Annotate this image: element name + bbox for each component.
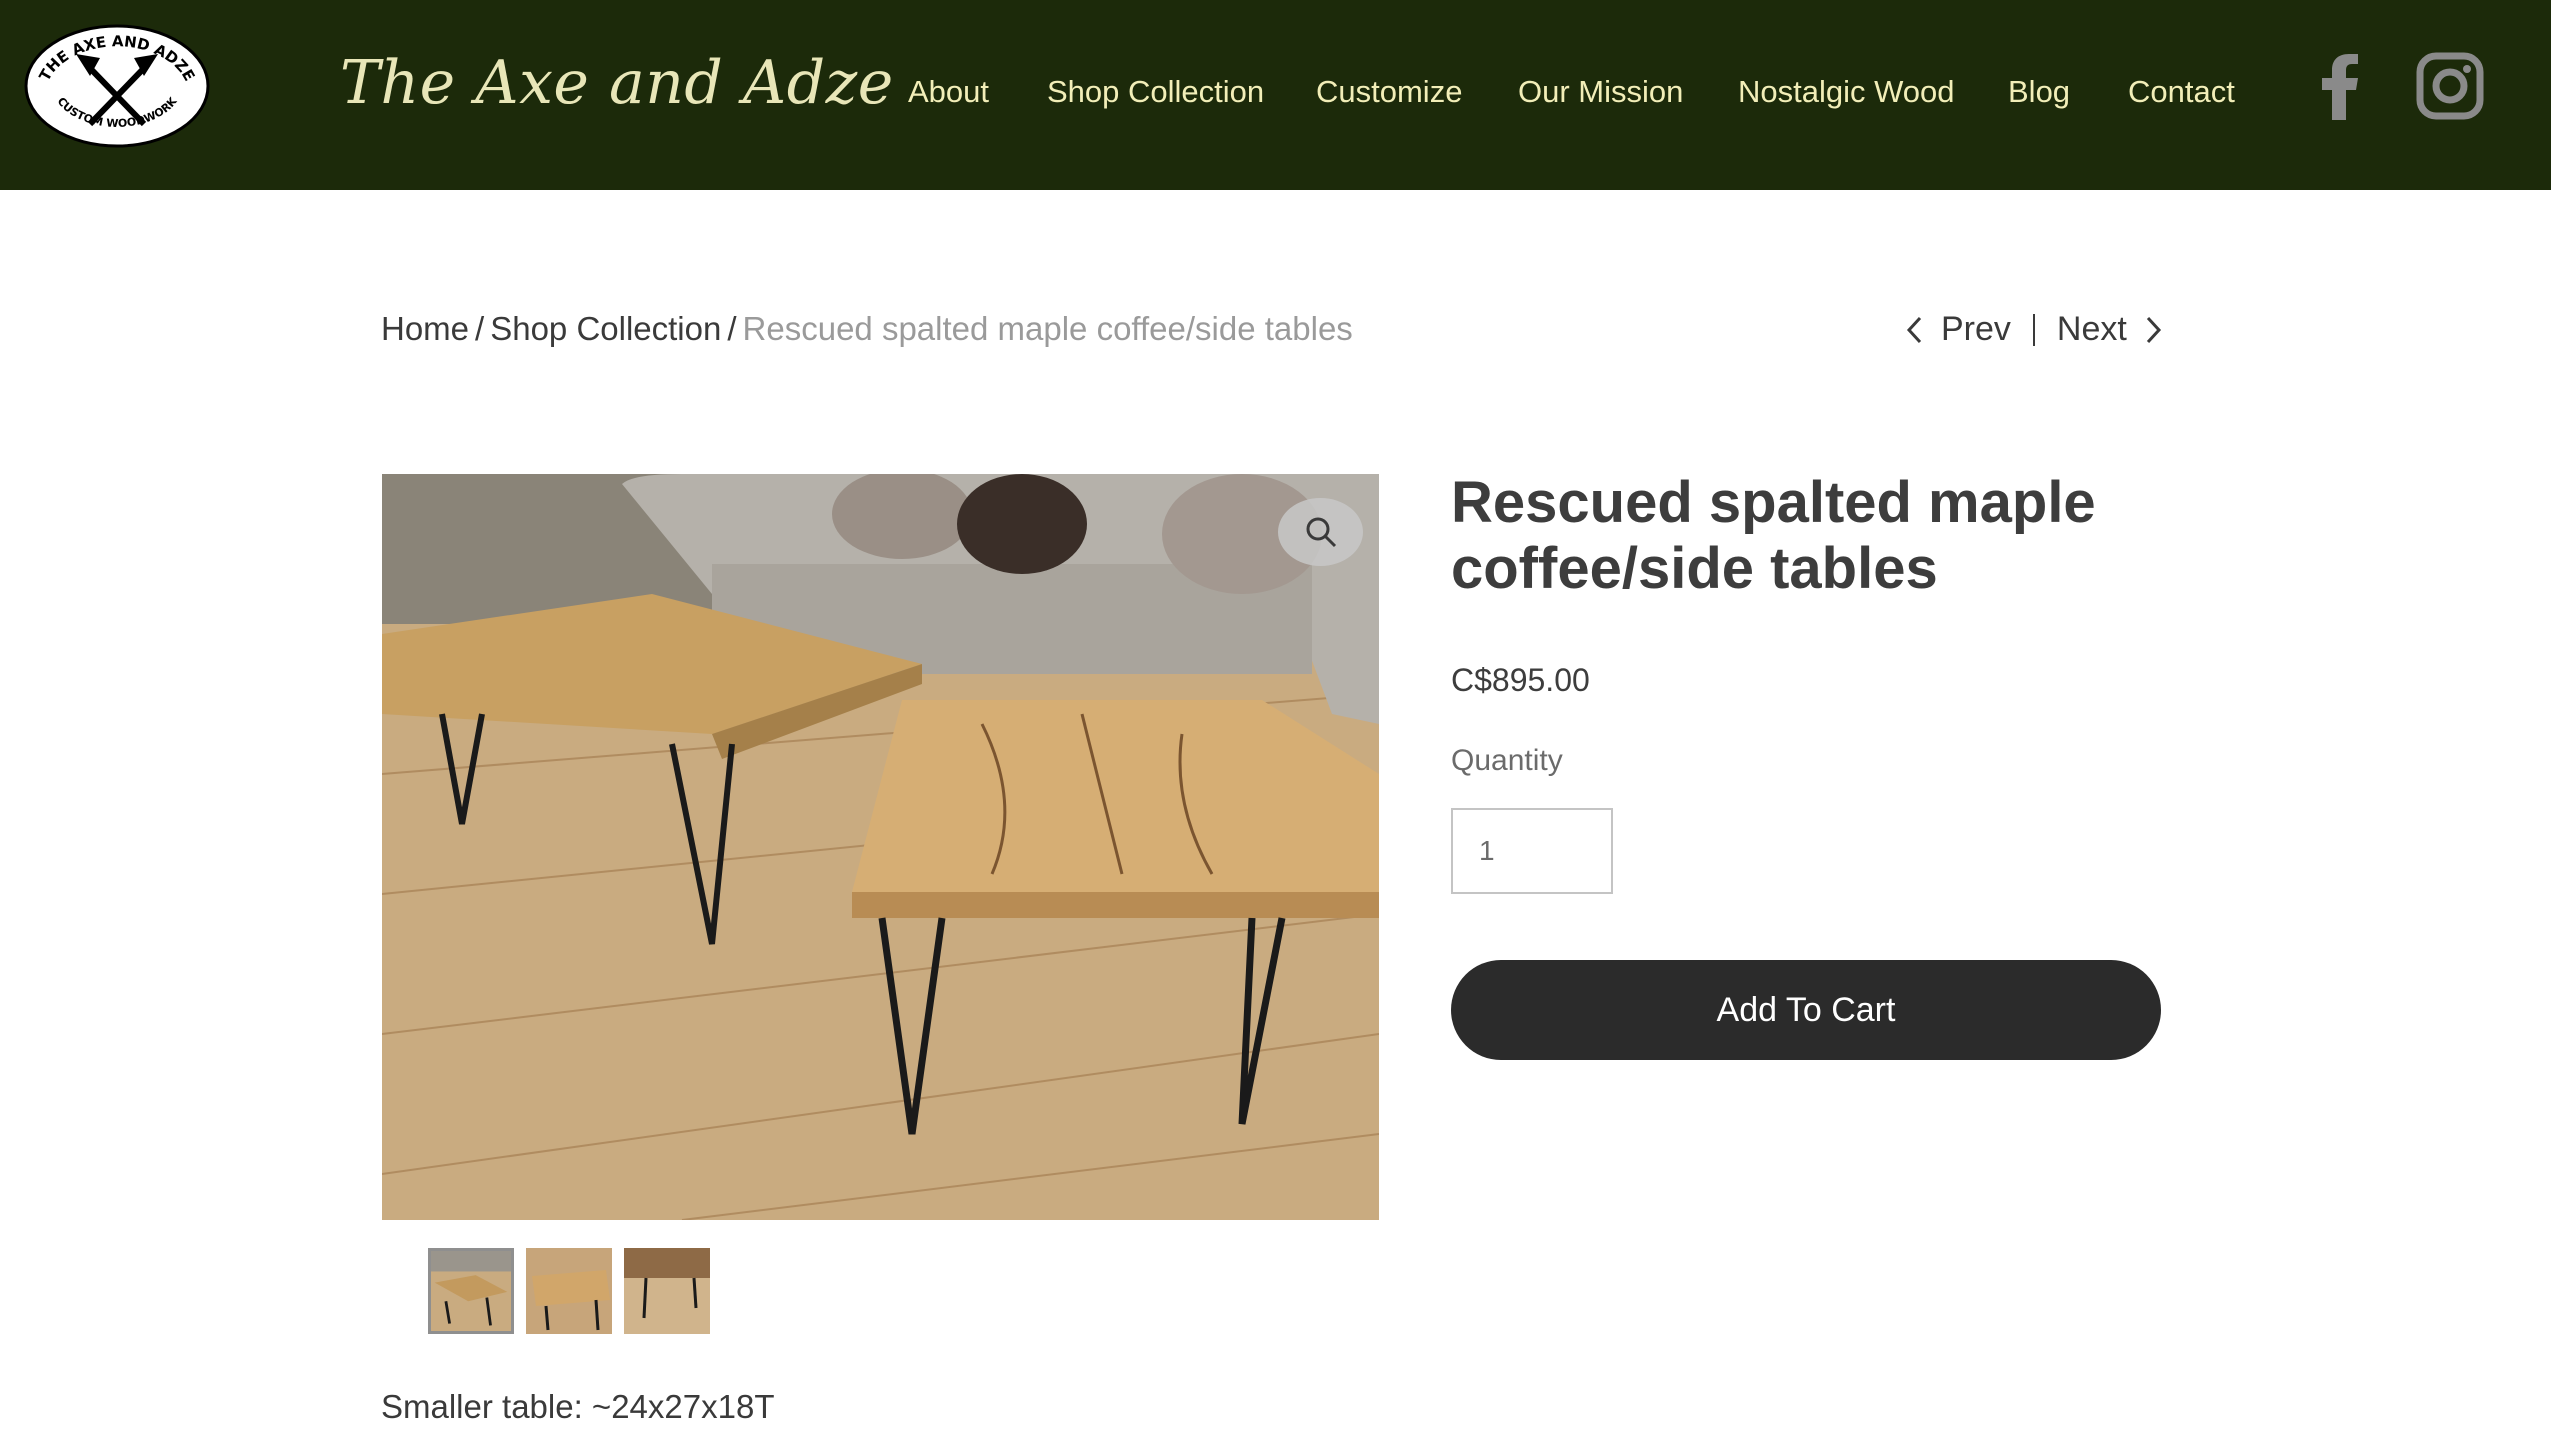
nav-our-mission[interactable]: Our Mission bbox=[1518, 74, 1683, 110]
site-logo[interactable]: THE AXE AND ADZE CUSTOM WOODWORK bbox=[24, 24, 210, 148]
instagram-icon[interactable] bbox=[2416, 52, 2484, 120]
product-title: Rescued spalted maple coffee/side tables bbox=[1451, 470, 2096, 601]
quantity-field[interactable] bbox=[1451, 808, 1613, 894]
product-pager: Prev Next bbox=[1905, 310, 2163, 349]
breadcrumb-separator: / bbox=[475, 310, 485, 347]
nav-blog[interactable]: Blog bbox=[2008, 74, 2070, 110]
pager-divider bbox=[2032, 313, 2035, 346]
add-to-cart-button[interactable]: Add To Cart bbox=[1451, 960, 2161, 1060]
thumbnail-strip bbox=[428, 1248, 722, 1334]
magnifier-icon bbox=[1306, 517, 1336, 548]
thumbnail-3[interactable] bbox=[624, 1248, 710, 1334]
breadcrumb-current: Rescued spalted maple coffee/side tables bbox=[742, 310, 1353, 347]
site-header: THE AXE AND ADZE CUSTOM WOODWORK The Axe… bbox=[0, 0, 2551, 190]
site-title[interactable]: The Axe and Adze bbox=[340, 48, 894, 118]
breadcrumb-shop-collection[interactable]: Shop Collection bbox=[490, 310, 721, 347]
next-link[interactable]: Next bbox=[2057, 310, 2127, 349]
nav-customize[interactable]: Customize bbox=[1316, 74, 1462, 110]
nav-shop-collection[interactable]: Shop Collection bbox=[1047, 74, 1264, 110]
breadcrumb-home[interactable]: Home bbox=[381, 310, 469, 347]
nav-contact[interactable]: Contact bbox=[2128, 74, 2235, 110]
quantity-label: Quantity bbox=[1451, 744, 1563, 777]
chevron-right-icon[interactable] bbox=[2145, 315, 2163, 345]
product-price: C$895.00 bbox=[1451, 662, 1590, 698]
breadcrumb: Home / Shop Collection / Rescued spalted map… bbox=[381, 310, 1353, 348]
product-description: Smaller table: ~24x27x18T bbox=[381, 1388, 775, 1425]
zoom-button[interactable] bbox=[1278, 498, 1363, 566]
nav-about[interactable]: About bbox=[908, 74, 989, 110]
prev-link[interactable]: Prev bbox=[1941, 310, 2011, 349]
thumbnail-1[interactable] bbox=[428, 1248, 514, 1334]
product-main-image[interactable] bbox=[382, 474, 1379, 1220]
chevron-left-icon[interactable] bbox=[1905, 315, 1923, 345]
thumbnail-2[interactable] bbox=[526, 1248, 612, 1334]
breadcrumb-separator: / bbox=[727, 310, 737, 347]
nav-nostalgic-wood[interactable]: Nostalgic Wood bbox=[1738, 74, 1955, 110]
facebook-icon[interactable] bbox=[2318, 54, 2362, 120]
